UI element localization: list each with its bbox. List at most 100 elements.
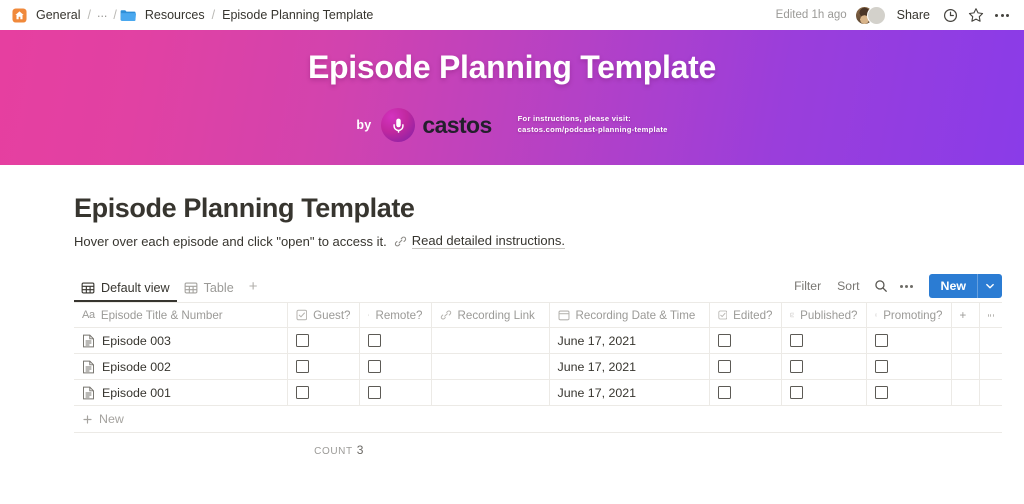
search-icon[interactable] <box>869 275 893 297</box>
checkbox-unchecked[interactable] <box>717 360 731 373</box>
database-view-bar: Default view Table + Filter Sort New <box>74 271 1024 302</box>
sort-button[interactable]: Sort <box>830 275 866 297</box>
cell-promoting[interactable] <box>866 379 952 406</box>
checkbox-unchecked[interactable] <box>789 386 803 399</box>
detailed-instructions-link[interactable]: Read detailed instructions. <box>394 233 565 249</box>
page-title[interactable]: Episode Planning Template <box>74 193 1024 224</box>
column-header-title[interactable]: Aa Episode Title & Number <box>74 302 288 328</box>
breadcrumb-page-label[interactable]: Episode Planning Template <box>218 6 377 24</box>
page-doc-icon <box>83 360 94 373</box>
add-column-button[interactable]: + <box>951 302 980 328</box>
clock-icon[interactable] <box>937 3 963 27</box>
cell-edited[interactable] <box>709 353 782 380</box>
collaborator-avatars[interactable] <box>854 5 886 25</box>
checkbox-unchecked[interactable] <box>367 386 381 399</box>
column-header-published[interactable]: Published? <box>781 302 867 328</box>
view-more-options-icon[interactable] <box>895 275 919 297</box>
checkbox-unchecked[interactable] <box>367 334 381 347</box>
checkbox-unchecked[interactable] <box>874 386 888 399</box>
count-summary[interactable]: COUNT 3 <box>314 443 364 457</box>
cell-spacer <box>979 353 1002 380</box>
column-header-recording-date[interactable]: Recording Date & Time <box>549 302 710 328</box>
cell-remote[interactable] <box>359 379 432 406</box>
column-header-guest-label: Guest? <box>313 308 351 322</box>
breadcrumb-ellipsis[interactable]: ... <box>94 6 110 25</box>
count-label: COUNT <box>314 446 353 457</box>
cell-edited[interactable] <box>709 327 782 354</box>
breadcrumb-folder-label[interactable]: Resources <box>141 6 209 24</box>
cell-episode-title[interactable]: Episode 002 <box>74 353 288 380</box>
tab-default-view[interactable]: Default view <box>74 271 177 302</box>
banner-title: Episode Planning Template <box>308 49 716 85</box>
checkbox-unchecked[interactable] <box>789 360 803 373</box>
cell-episode-title[interactable]: Episode 001 <box>74 379 288 406</box>
column-header-remote[interactable]: Remote? <box>359 302 432 328</box>
add-view-button[interactable]: + <box>241 278 266 302</box>
banner-by-label: by <box>356 118 372 132</box>
table-row[interactable]: Episode 002 June 17, 2021 <box>74 353 1002 380</box>
cell-guest[interactable] <box>287 379 360 406</box>
tab-table[interactable]: Table <box>177 271 241 302</box>
column-header-promoting-label: Promoting? <box>883 308 943 322</box>
cell-published[interactable] <box>781 379 867 406</box>
checkbox-unchecked[interactable] <box>789 334 803 347</box>
checkbox-unchecked[interactable] <box>717 334 731 347</box>
column-header-guest[interactable]: Guest? <box>287 302 360 328</box>
checkbox-unchecked[interactable] <box>874 360 888 373</box>
cell-spacer <box>979 327 1002 354</box>
cell-remote[interactable] <box>359 327 432 354</box>
table-row[interactable]: Episode 001 June 17, 2021 <box>74 379 1002 406</box>
page-doc-icon <box>83 386 94 399</box>
banner-instructions: For instructions, please visit: castos.c… <box>518 113 668 136</box>
view-tools: Filter Sort New <box>787 274 1002 302</box>
cell-spacer <box>979 379 1002 406</box>
cell-spacer <box>951 327 980 354</box>
column-header-remote-label: Remote? <box>375 308 423 322</box>
plus-icon <box>83 414 92 424</box>
more-options-icon[interactable] <box>989 3 1015 27</box>
cell-guest[interactable] <box>287 353 360 380</box>
cell-episode-title[interactable]: Episode 003 <box>74 327 288 354</box>
table-row[interactable]: Episode 003 June 17, 2021 <box>74 327 1002 354</box>
checkbox-unchecked[interactable] <box>295 386 309 399</box>
column-header-edited[interactable]: Edited? <box>709 302 782 328</box>
share-button[interactable]: Share <box>890 5 937 25</box>
cell-guest[interactable] <box>287 327 360 354</box>
detailed-instructions-label: Read detailed instructions. <box>411 233 565 249</box>
checkbox-unchecked[interactable] <box>295 334 309 347</box>
cell-recording-link[interactable] <box>431 379 550 406</box>
table-options-button[interactable] <box>979 302 1002 328</box>
calendar-type-icon <box>558 310 569 321</box>
tab-default-view-label: Default view <box>101 280 170 295</box>
column-header-promoting[interactable]: Promoting? <box>866 302 952 328</box>
cell-promoting[interactable] <box>866 327 952 354</box>
cell-published[interactable] <box>781 353 867 380</box>
breadcrumb-home-label[interactable]: General <box>32 6 84 24</box>
chevron-down-icon[interactable] <box>978 281 1002 291</box>
checkbox-unchecked[interactable] <box>295 360 309 373</box>
checkbox-unchecked[interactable] <box>367 360 381 373</box>
checkbox-type-icon <box>874 313 878 317</box>
filter-button[interactable]: Filter <box>787 275 828 297</box>
cell-published[interactable] <box>781 327 867 354</box>
cell-recording-link[interactable] <box>431 327 550 354</box>
checkbox-unchecked[interactable] <box>874 334 888 347</box>
breadcrumb-separator-1: / <box>87 8 91 22</box>
star-icon[interactable] <box>963 3 989 27</box>
cell-remote[interactable] <box>359 353 432 380</box>
breadcrumb-separator-2: / <box>113 8 117 22</box>
checkbox-unchecked[interactable] <box>717 386 731 399</box>
cell-recording-date[interactable]: June 17, 2021 <box>549 379 710 406</box>
cell-promoting[interactable] <box>866 353 952 380</box>
cell-edited[interactable] <box>709 379 782 406</box>
page-doc-icon <box>83 334 94 347</box>
column-header-recording-link[interactable]: Recording Link <box>431 302 550 328</box>
avatar <box>866 5 886 25</box>
new-record-button[interactable]: New <box>928 274 1002 298</box>
new-record-label: New <box>940 279 966 293</box>
cell-recording-date[interactable]: June 17, 2021 <box>549 327 710 354</box>
cell-recording-date[interactable]: June 17, 2021 <box>549 353 710 380</box>
edited-timestamp[interactable]: Edited 1h ago <box>770 7 853 23</box>
cell-recording-link[interactable] <box>431 353 550 380</box>
new-row-button[interactable]: New <box>74 406 1002 433</box>
